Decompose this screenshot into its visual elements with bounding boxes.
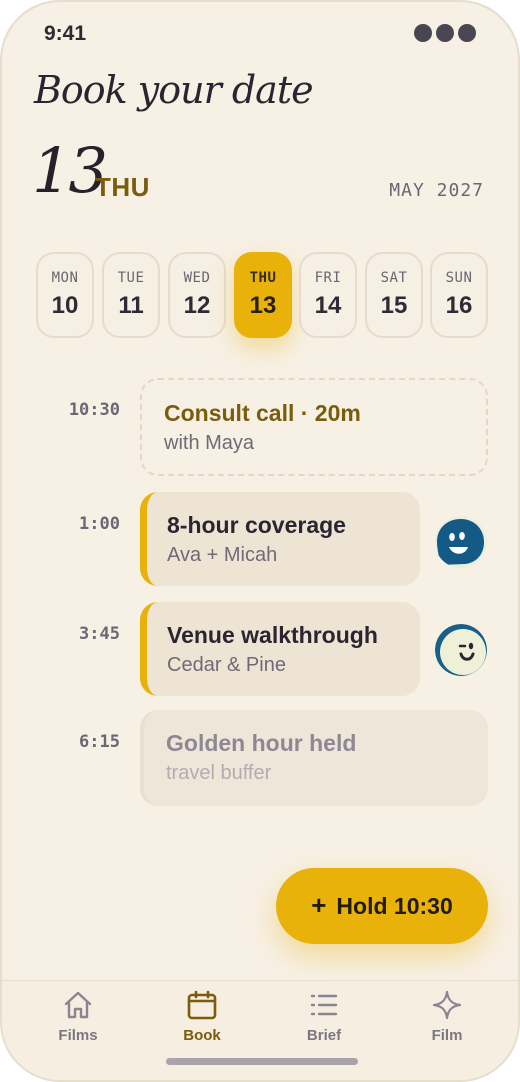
page-title: Book your date <box>34 68 314 112</box>
status-dot-icon <box>436 24 454 42</box>
slot-title: Consult call · 20m <box>164 400 361 426</box>
slot-time: 6:15 <box>79 732 120 752</box>
slot-time: 1:00 <box>79 514 120 534</box>
list-icon <box>310 994 338 1016</box>
tab-book[interactable]: Book <box>152 989 252 1055</box>
tab-label: Book <box>183 1027 221 1044</box>
phone-screen: 9:41 Book your date 13 THU MAY 2027 MON … <box>0 0 520 1082</box>
tab-label: Brief <box>306 1027 342 1044</box>
day-pill-weekday: FRI <box>314 270 342 286</box>
plus-icon: + <box>311 889 327 920</box>
slot-title: Golden hour held <box>166 730 357 756</box>
tab-film[interactable]: Film <box>397 989 497 1055</box>
tab-label: Films <box>58 1027 98 1044</box>
day-pill-date: 15 <box>380 292 408 319</box>
slot-time: 10:30 <box>68 400 120 420</box>
day-pill-date: 13 <box>249 292 277 319</box>
slot-time: 3:45 <box>79 624 120 644</box>
status-dot-icon <box>414 24 432 42</box>
booked-slot-card[interactable]: Venue walkthrough Cedar & Pine <box>140 602 420 696</box>
booked-slot-card[interactable]: 8-hour coverage Ava + Micah <box>140 492 420 586</box>
hold-slot-button[interactable]: + Hold 10:30 <box>276 868 488 944</box>
status-indicators <box>414 24 476 42</box>
tab-bar: Films Book Brief Film <box>2 980 518 1080</box>
day-pill-weekday: TUE <box>117 270 145 286</box>
status-time: 9:41 <box>44 22 87 45</box>
day-pill-date: 16 <box>445 292 473 319</box>
tab-label: Film <box>431 1027 463 1044</box>
day-pill-thu[interactable]: THU 13 <box>234 252 292 338</box>
smiling-blue-face-icon <box>435 516 487 568</box>
slot-subtitle: travel buffer <box>166 762 272 784</box>
day-pill-mon[interactable]: MON 10 <box>36 252 94 338</box>
day-pill-date: 14 <box>314 292 342 319</box>
tab-films[interactable]: Films <box>28 989 128 1055</box>
slot-subtitle: Cedar & Pine <box>167 654 286 676</box>
day-pill-wed[interactable]: WED 12 <box>168 252 226 338</box>
held-slot-card[interactable]: Golden hour held travel buffer <box>140 710 488 806</box>
day-pill-date: 10 <box>51 292 79 319</box>
home-indicator <box>166 1058 358 1065</box>
slot-title: Venue walkthrough <box>167 622 378 648</box>
selected-day-number: 13 <box>32 134 108 207</box>
day-pill-weekday: SAT <box>380 270 408 286</box>
day-pill-sat[interactable]: SAT 15 <box>365 252 423 338</box>
day-pill-date: 11 <box>118 292 144 319</box>
day-pill-weekday: THU <box>249 270 277 286</box>
calendar-icon <box>187 990 217 1020</box>
selected-weekday: THU <box>95 172 150 202</box>
status-dot-icon <box>458 24 476 42</box>
sparkle-icon <box>432 990 462 1020</box>
day-pill-sun[interactable]: SUN 16 <box>430 252 488 338</box>
tab-brief[interactable]: Brief <box>274 989 374 1055</box>
open-slot-card[interactable]: Consult call · 20m with Maya <box>140 378 488 476</box>
day-pill-weekday: SUN <box>445 270 473 286</box>
slot-title: 8-hour coverage <box>167 512 346 538</box>
month-label: MAY 2027 <box>389 180 484 201</box>
day-pill-date: 12 <box>183 292 211 319</box>
slot-subtitle: with Maya <box>164 432 255 454</box>
day-pill-fri[interactable]: FRI 14 <box>299 252 357 338</box>
hold-slot-label: Hold 10:30 <box>336 892 453 919</box>
day-pill-weekday: WED <box>183 270 211 286</box>
day-pill-tue[interactable]: TUE 11 <box>102 252 160 338</box>
winking-cream-face-icon <box>435 624 487 676</box>
day-pill-weekday: MON <box>51 270 79 286</box>
home-icon <box>64 991 92 1019</box>
week-strip: MON 10 TUE 11 WED 12 THU 13 FRI 14 SAT 1… <box>36 252 488 338</box>
slot-subtitle: Ava + Micah <box>167 544 278 566</box>
